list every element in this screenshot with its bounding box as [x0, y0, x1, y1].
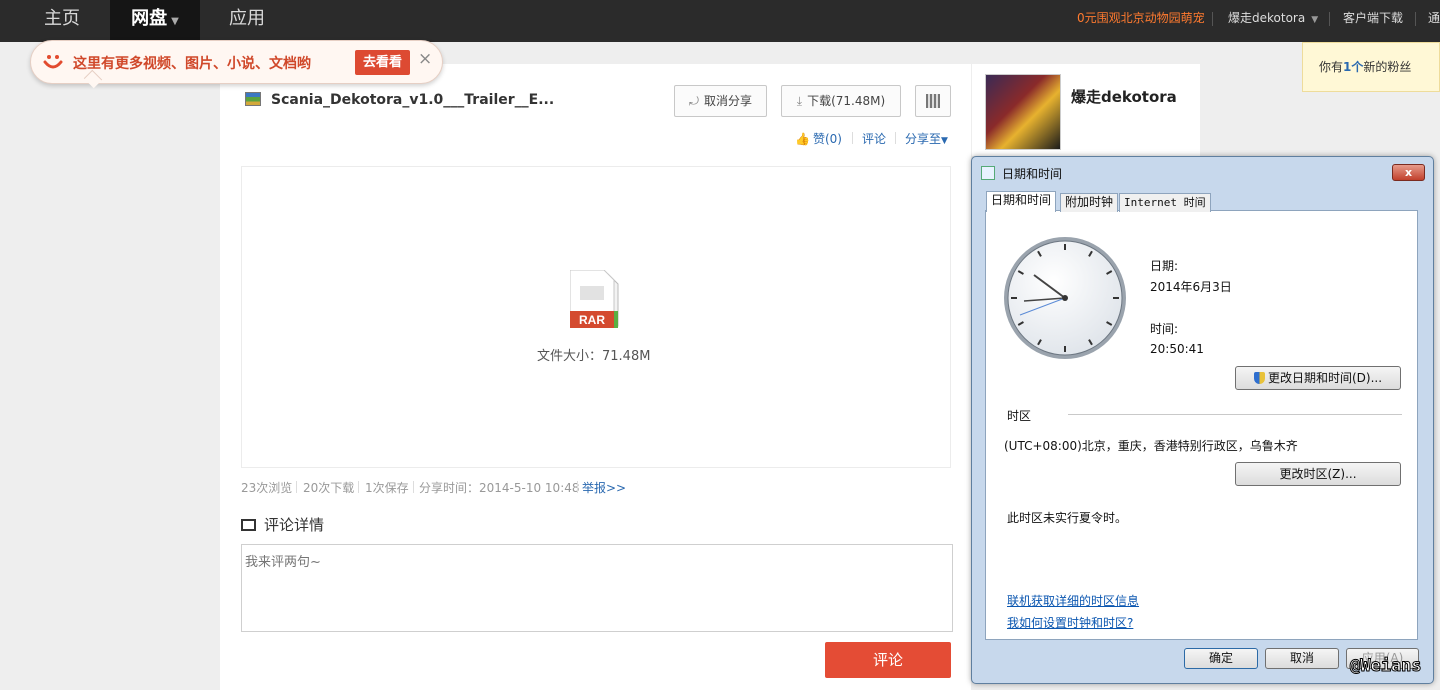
timezone-info-link[interactable]: 联机获取详细的时区信息 [1007, 592, 1139, 609]
file-title: Scania_Dekotora_v1.0___Trailer__E... [245, 92, 554, 108]
comment-heading: 评论详情 [241, 514, 324, 535]
share-icon: ⤾ [688, 94, 699, 108]
comment-input[interactable] [241, 544, 953, 632]
save-count: 1次保存 [365, 481, 409, 495]
tab-additional-clocks[interactable]: 附加时钟 [1060, 193, 1119, 212]
analog-clock [1004, 237, 1126, 359]
archive-file-icon [245, 92, 261, 106]
divider [358, 481, 359, 493]
nav-apps[interactable]: 应用 [229, 0, 265, 42]
qr-code-button[interactable] [915, 85, 951, 117]
top-nav-bar [0, 0, 1440, 42]
download-icon: ⤓ [796, 94, 803, 108]
divider [852, 132, 853, 144]
qr-code-icon [926, 94, 940, 108]
watermark: @Weians [1350, 656, 1423, 677]
avatar[interactable] [985, 74, 1061, 150]
ok-button[interactable]: 确定 [1184, 648, 1258, 669]
divider [1415, 12, 1416, 26]
date-label: 日期: [1150, 259, 1179, 273]
download-count: 20次下载 [303, 481, 355, 495]
tab-internet-time[interactable]: Internet 时间 [1119, 193, 1211, 212]
uac-shield-icon [1253, 372, 1265, 384]
user-menu[interactable]: 爆走dekotora ▼ [1228, 0, 1318, 38]
thumbs-up-icon: 👍 [795, 132, 810, 146]
new-fans-notice[interactable]: 你有1个新的粉丝 [1302, 42, 1440, 92]
close-icon[interactable]: x [1392, 164, 1425, 181]
promo-bubble: 这里有更多视频、图片、小说、文档哟 去看看 × [30, 40, 443, 89]
like-label: 赞(0) [812, 132, 842, 146]
dialog-title: 日期和时间 [1002, 167, 1063, 181]
how-to-set-clock-link[interactable]: 我如何设置时钟和时区? [1007, 614, 1133, 631]
view-count: 23次浏览 [241, 481, 293, 495]
bubble-text: 这里有更多视频、图片、小说、文档哟 [73, 56, 311, 72]
promo-link[interactable]: 0元围观北京动物园萌宠 [1077, 0, 1205, 38]
comment-icon [241, 519, 256, 531]
time-label: 时间: [1150, 322, 1179, 336]
chevron-down-icon: ▼ [171, 16, 179, 27]
comment-link[interactable]: 评论 [862, 130, 886, 147]
close-icon[interactable]: × [418, 49, 432, 69]
go-see-button[interactable]: 去看看 [355, 50, 410, 75]
download-button[interactable]: ⤓ 下载(71.48M) [781, 85, 901, 117]
dst-note: 此时区未实行夏令时。 [1007, 511, 1128, 525]
tab-date-time[interactable]: 日期和时间 [986, 191, 1057, 212]
fans-prefix: 你有 [1319, 60, 1344, 74]
like-button[interactable]: 👍 赞(0) [795, 130, 842, 147]
divider [577, 481, 578, 493]
fans-suffix: 新的粉丝 [1363, 60, 1412, 74]
share-to-menu[interactable]: 分享至▼ [905, 130, 948, 147]
timezone-heading: 时区 [1007, 409, 1032, 423]
download-label: 下载(71.48M) [807, 94, 886, 108]
more-link[interactable]: 通 [1428, 0, 1440, 38]
chevron-down-icon: ▼ [1311, 15, 1319, 25]
time-value: 20:50:41 [1150, 342, 1204, 356]
report-link[interactable]: 举报>> [582, 479, 626, 496]
user-card-name[interactable]: 爆走dekotora [1071, 86, 1177, 107]
nav-disk[interactable]: 网盘 ▼ [110, 0, 200, 42]
file-size: 文件大小：71.48M [537, 349, 651, 364]
change-timezone-button[interactable]: 更改时区(Z)... [1235, 462, 1401, 486]
rar-label: RAR [579, 313, 605, 327]
comment-heading-label: 评论详情 [264, 516, 325, 534]
fans-count: 1个 [1343, 60, 1364, 74]
share-to-label: 分享至 [905, 132, 942, 146]
change-date-time-label: 更改日期和时间(D)... [1267, 371, 1383, 385]
smile-icon [43, 55, 63, 69]
divider [1068, 414, 1402, 415]
divider [1329, 12, 1330, 26]
chevron-down-icon: ▼ [941, 136, 948, 146]
divider [895, 132, 896, 144]
submit-comment-button[interactable]: 评论 [825, 642, 951, 678]
file-name: Scania_Dekotora_v1.0___Trailer__E... [271, 92, 555, 108]
nav-home[interactable]: 主页 [44, 0, 80, 42]
client-download-link[interactable]: 客户端下载 [1343, 0, 1403, 38]
unshare-label: 取消分享 [703, 94, 752, 108]
rar-file-icon: RAR [570, 270, 619, 328]
unshare-button[interactable]: ⤾ 取消分享 [674, 85, 767, 117]
cancel-button[interactable]: 取消 [1265, 648, 1339, 669]
user-name: 爆走dekotora [1228, 11, 1306, 25]
nav-disk-label: 网盘 [131, 8, 168, 29]
timezone-value: (UTC+08:00)北京，重庆，香港特别行政区，乌鲁木齐 [1004, 439, 1298, 453]
divider [1212, 12, 1213, 26]
share-time: 分享时间：2014-5-10 10:48 [419, 481, 580, 495]
divider [296, 481, 297, 493]
clock-icon [981, 166, 995, 180]
change-date-time-button[interactable]: 更改日期和时间(D)... [1235, 366, 1401, 390]
divider [413, 481, 414, 493]
date-value: 2014年6月3日 [1150, 280, 1232, 294]
